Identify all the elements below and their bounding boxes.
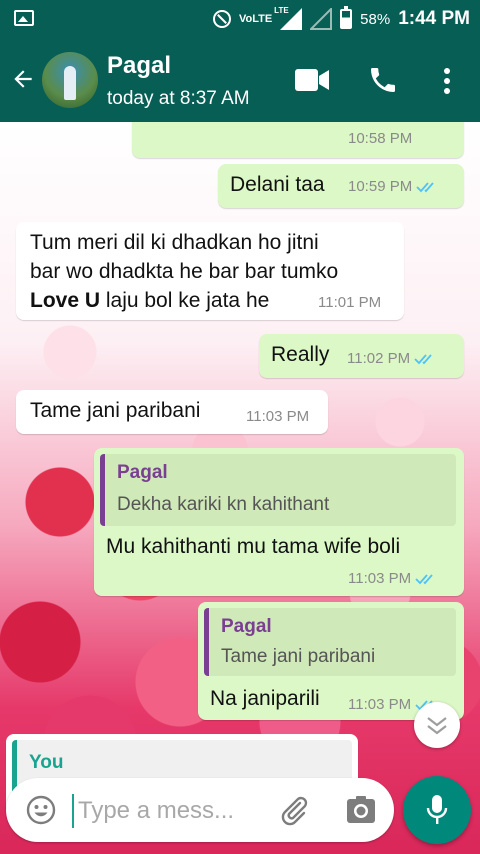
message-text: Na janiparili bbox=[210, 687, 320, 710]
double-check-icon bbox=[415, 574, 433, 585]
quoted-message[interactable]: Pagal Tame jani paribani bbox=[204, 608, 456, 676]
message-composer bbox=[6, 778, 394, 842]
signal-icon: LTE bbox=[274, 6, 303, 30]
back-arrow-icon[interactable] bbox=[10, 66, 36, 92]
video-call-icon[interactable] bbox=[295, 69, 329, 91]
double-check-icon bbox=[414, 354, 432, 365]
avatar[interactable] bbox=[42, 52, 98, 108]
chat-area[interactable]: 10:58 PM Delani taa 10:59 PM Tum meri di… bbox=[0, 122, 480, 854]
clock: 1:44 PM bbox=[398, 8, 470, 29]
message-time: 11:03 PM bbox=[246, 408, 310, 425]
emoji-icon[interactable] bbox=[26, 795, 56, 825]
signal-empty-icon bbox=[308, 6, 333, 30]
do-not-disturb-icon bbox=[212, 10, 231, 28]
text-cursor bbox=[72, 794, 74, 828]
message-time: 11:03 PM bbox=[348, 570, 437, 587]
message-bubble[interactable]: Pagal Dekha kariki kn kahithant Mu kahit… bbox=[94, 448, 464, 596]
voice-record-button[interactable] bbox=[403, 776, 471, 844]
mic-icon bbox=[426, 795, 448, 824]
message-text: Delani taa bbox=[230, 173, 325, 196]
contact-name[interactable]: Pagal bbox=[107, 52, 171, 80]
volte-label: VoLTE bbox=[238, 13, 273, 25]
last-seen: today at 8:37 AM bbox=[107, 88, 250, 109]
message-time: 11:01 PM bbox=[318, 294, 382, 311]
message-bubble[interactable]: Tame jani paribani 11:03 PM bbox=[16, 390, 328, 434]
more-vert-icon[interactable] bbox=[437, 66, 457, 96]
chat-header: Pagal today at 8:37 AM bbox=[0, 38, 480, 122]
message-bubble[interactable]: Delani taa 10:59 PM bbox=[218, 164, 464, 208]
message-time: 11:02 PM bbox=[347, 350, 436, 367]
chevron-down-icon bbox=[427, 717, 447, 735]
attach-icon[interactable] bbox=[278, 794, 310, 826]
message-input[interactable] bbox=[76, 790, 270, 832]
quoted-text: Dekha kariki kn kahithant bbox=[117, 494, 330, 515]
message-bubble[interactable]: Really 11:02 PM bbox=[259, 334, 464, 378]
message-text: Tame jani paribani bbox=[30, 399, 201, 422]
battery-icon bbox=[340, 6, 353, 29]
phone-icon[interactable] bbox=[367, 64, 399, 96]
message-bubble[interactable]: Tum meri dil ki dhadkan ho jitni bar wo … bbox=[16, 222, 404, 320]
message-bubble[interactable]: 10:58 PM bbox=[132, 122, 464, 158]
quoted-text: Tame jani paribani bbox=[221, 646, 376, 667]
quoted-message[interactable]: Pagal Dekha kariki kn kahithant bbox=[100, 454, 456, 526]
scroll-to-bottom-button[interactable] bbox=[414, 702, 460, 748]
message-bubble[interactable]: Pagal Tame jani paribani Na janiparili 1… bbox=[198, 602, 464, 720]
message-time: 10:59 PM bbox=[348, 178, 438, 195]
message-text: Really bbox=[271, 343, 330, 366]
message-text: Mu kahithanti mu tama wife boli bbox=[106, 535, 401, 558]
message-bold-text: Love U bbox=[30, 289, 101, 312]
battery-percent: 58% bbox=[360, 10, 391, 28]
quoted-author: You bbox=[29, 752, 64, 773]
message-time: 10:58 PM bbox=[348, 130, 413, 147]
status-icons: VoLTE LTE 58% 1:44 PM bbox=[212, 0, 470, 38]
quoted-author: Pagal bbox=[221, 616, 272, 637]
status-bar: VoLTE LTE 58% 1:44 PM bbox=[0, 0, 480, 38]
camera-icon[interactable] bbox=[346, 795, 376, 825]
image-icon bbox=[14, 10, 34, 26]
lte-label: LTE bbox=[274, 6, 289, 15]
quoted-author: Pagal bbox=[117, 462, 168, 483]
double-check-icon bbox=[416, 182, 434, 193]
